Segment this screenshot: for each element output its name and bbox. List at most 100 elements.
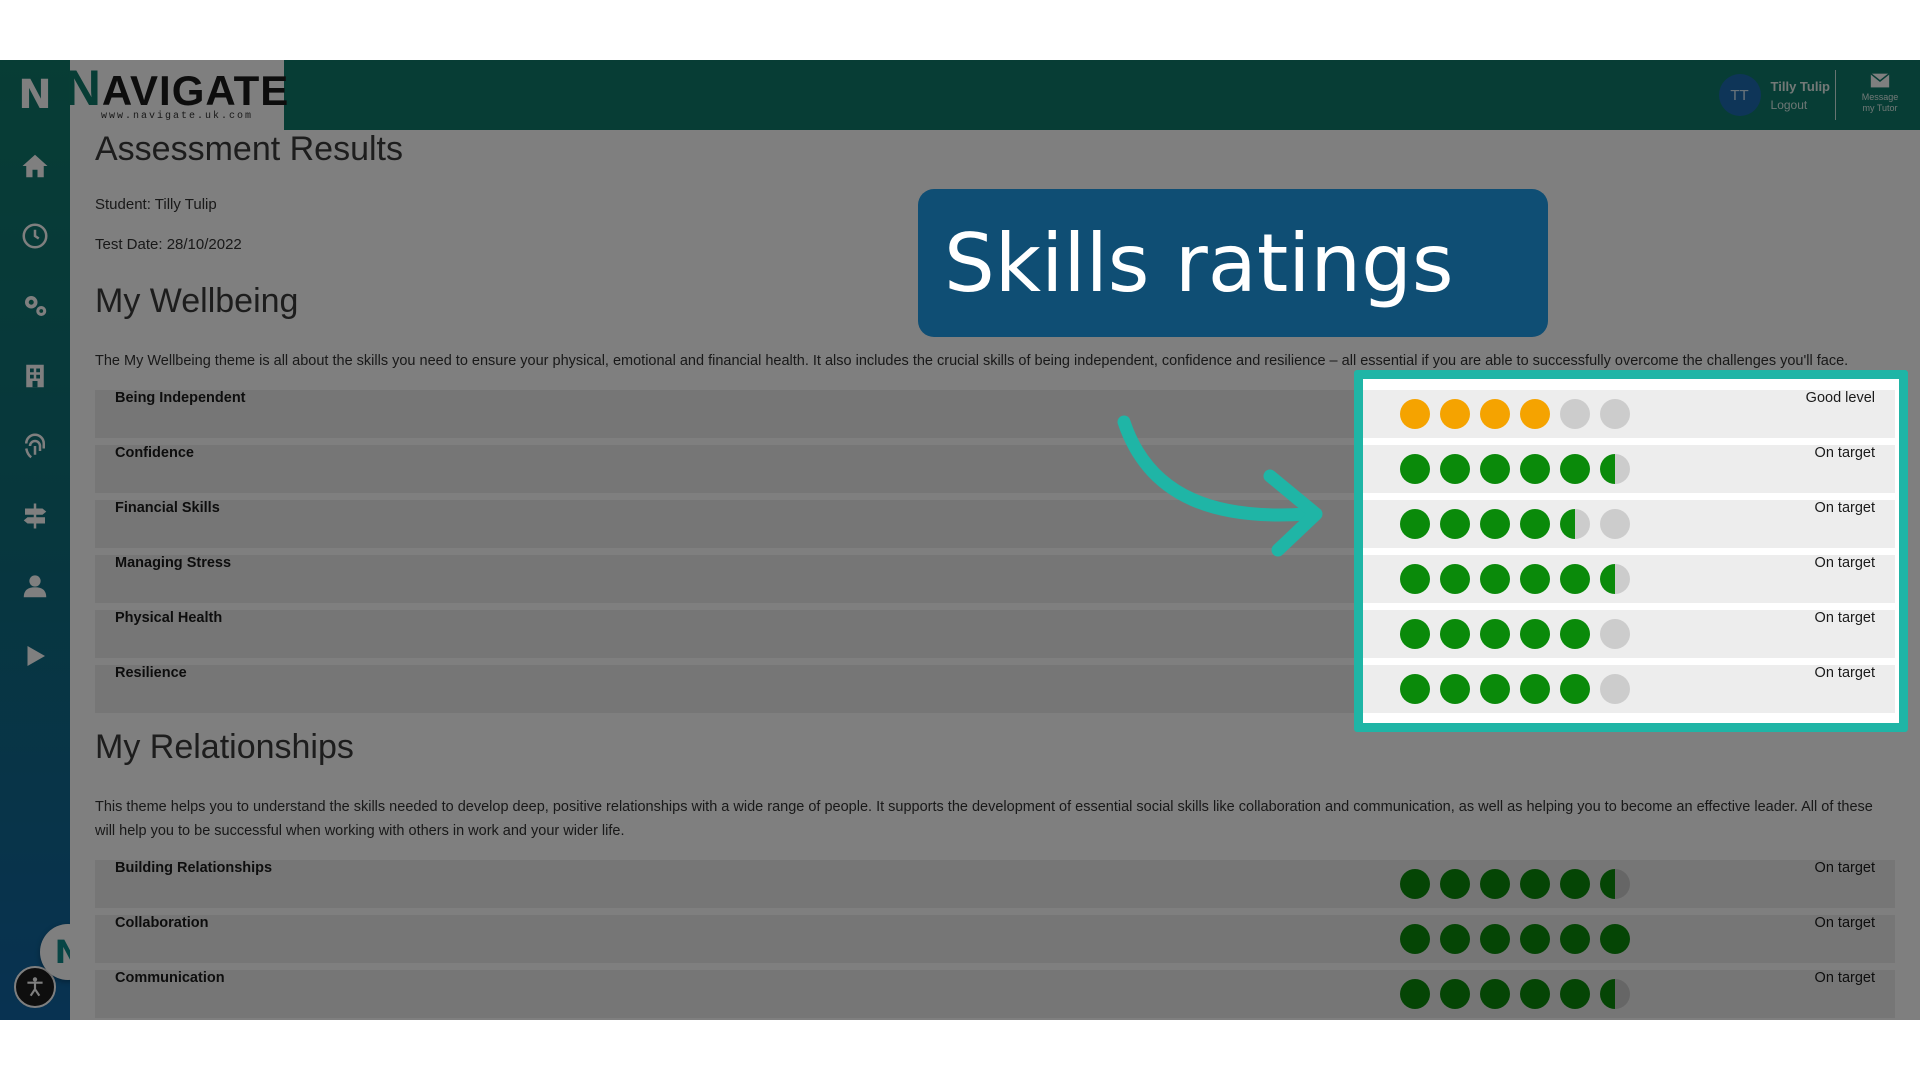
- table-row[interactable]: Being IndependentGood level: [1363, 390, 1895, 438]
- table-row[interactable]: ConfidenceOn target: [1363, 445, 1895, 493]
- table-row[interactable]: Physical HealthOn target: [1363, 610, 1895, 658]
- rating-dot: [1400, 674, 1430, 704]
- rating-dot: [1400, 924, 1430, 954]
- student-line: Student: Tilly Tulip: [95, 196, 217, 213]
- section-description-wellbeing: The My Wellbeing theme is all about the …: [1354, 370, 1895, 373]
- rating-dot: [1560, 619, 1590, 649]
- brand-rest: AVIGATE: [101, 67, 290, 114]
- rating-dot: [1560, 979, 1590, 1009]
- rating-dot: [1400, 869, 1430, 899]
- status-text: On target: [1814, 500, 1875, 516]
- table-row[interactable]: Collaboration On target: [95, 915, 1895, 963]
- test-date-line: Test Date: 28/10/2022: [95, 236, 242, 253]
- rating-dot: [1440, 564, 1470, 594]
- top-bar: NAVIGATE www.navigate.uk.com TT Tilly Tu…: [65, 60, 1920, 130]
- home-icon[interactable]: [17, 148, 53, 184]
- callout-text: Skills ratings: [944, 216, 1454, 310]
- building-icon[interactable]: [17, 358, 53, 394]
- table-row[interactable]: Managing StressOn target: [1363, 555, 1895, 603]
- message-label-line2: my Tutor: [1862, 103, 1898, 113]
- table-row[interactable]: ResilienceOn target: [1363, 665, 1895, 713]
- skill-label: Physical Health: [115, 610, 223, 626]
- status-text: On target: [1814, 610, 1875, 626]
- rating-dot: [1520, 619, 1550, 649]
- rating-dot: [1440, 619, 1470, 649]
- highlight-content: Assessment Results Student: Tilly Tulip …: [1354, 370, 1899, 723]
- rating-dot: [1600, 619, 1630, 649]
- rating-dot: [1480, 979, 1510, 1009]
- rating-dot: [1400, 979, 1430, 1009]
- rating-dot: [1440, 924, 1470, 954]
- skill-label: Being Independent: [115, 390, 246, 406]
- rating-dot: [1520, 674, 1550, 704]
- rating-dot: [1440, 674, 1470, 704]
- rating-dot: [1480, 619, 1510, 649]
- rating-dots: [1400, 619, 1640, 649]
- skill-label: Communication: [115, 970, 225, 986]
- section-title-wellbeing: My Wellbeing: [95, 282, 299, 320]
- play-icon[interactable]: [17, 638, 53, 674]
- brand-logo[interactable]: NAVIGATE www.navigate.uk.com: [65, 60, 288, 130]
- rating-dot: [1600, 674, 1630, 704]
- table-row[interactable]: Communication On target: [95, 970, 1895, 1018]
- app-frame: N N 13: [0, 60, 1920, 1020]
- status-text: On target: [1814, 555, 1875, 571]
- skill-label: Building Relationships: [115, 860, 273, 876]
- envelope-icon: [1870, 73, 1890, 88]
- rating-dot: [1600, 399, 1630, 429]
- rating-dots: [1400, 869, 1640, 899]
- page-title: Assessment Results: [95, 130, 403, 168]
- message-label-line1: Message: [1861, 92, 1899, 102]
- rating-dot: [1480, 869, 1510, 899]
- status-text: On target: [1814, 860, 1875, 876]
- rating-dot: [1520, 869, 1550, 899]
- brand-url: www.navigate.uk.com: [100, 111, 254, 122]
- rating-dot: [1560, 674, 1590, 704]
- rating-dot: [1480, 454, 1510, 484]
- rating-dot: [1520, 979, 1550, 1009]
- rating-dot: [1600, 454, 1630, 484]
- callout-box: Skills ratings: [918, 189, 1548, 337]
- rating-dot: [1480, 399, 1510, 429]
- rating-dots: [1400, 454, 1640, 484]
- rating-dot: [1600, 869, 1630, 899]
- rating-dot: [1400, 399, 1430, 429]
- rating-dot: [1560, 454, 1590, 484]
- message-tutor-button[interactable]: Message my Tutor: [1850, 70, 1910, 122]
- rating-dot: [1400, 454, 1430, 484]
- rating-dot: [1560, 869, 1590, 899]
- clock-icon[interactable]: [17, 218, 53, 254]
- person-icon[interactable]: [17, 568, 53, 604]
- rating-dot: [1400, 564, 1430, 594]
- rating-dot: [1480, 674, 1510, 704]
- status-text: On target: [1814, 915, 1875, 931]
- sidebar-logo-letter: N: [18, 72, 52, 118]
- header-divider: [1835, 70, 1836, 120]
- status-text: On target: [1814, 970, 1875, 986]
- rating-dots: [1400, 924, 1640, 954]
- logout-link[interactable]: Logout: [1771, 98, 1830, 112]
- sidebar-logo[interactable]: N: [0, 60, 70, 130]
- rating-dot: [1480, 924, 1510, 954]
- user-name: Tilly Tulip: [1770, 78, 1830, 94]
- rating-dot: [1440, 979, 1470, 1009]
- settings-gears-icon[interactable]: [17, 288, 53, 324]
- user-menu[interactable]: TT Tilly Tulip Logout: [1718, 70, 1830, 120]
- rating-dot: [1440, 509, 1470, 539]
- rating-dot: [1560, 924, 1590, 954]
- table-row[interactable]: Financial SkillsOn target: [1363, 500, 1895, 548]
- rating-dot: [1520, 399, 1550, 429]
- sidebar: N: [0, 60, 70, 1020]
- fingerprint-icon[interactable]: [17, 428, 53, 464]
- table-row[interactable]: Building Relationships On target: [95, 860, 1895, 908]
- rating-dots: [1400, 564, 1640, 594]
- rating-dot: [1440, 454, 1470, 484]
- rating-dot: [1600, 564, 1630, 594]
- brand-initial: N: [64, 60, 102, 116]
- rating-dots: [1400, 509, 1640, 539]
- signpost-icon[interactable]: [17, 498, 53, 534]
- rating-dot: [1480, 564, 1510, 594]
- rating-dot: [1600, 979, 1630, 1009]
- avatar[interactable]: TT: [1718, 74, 1761, 116]
- skill-label: Financial Skills: [115, 500, 220, 516]
